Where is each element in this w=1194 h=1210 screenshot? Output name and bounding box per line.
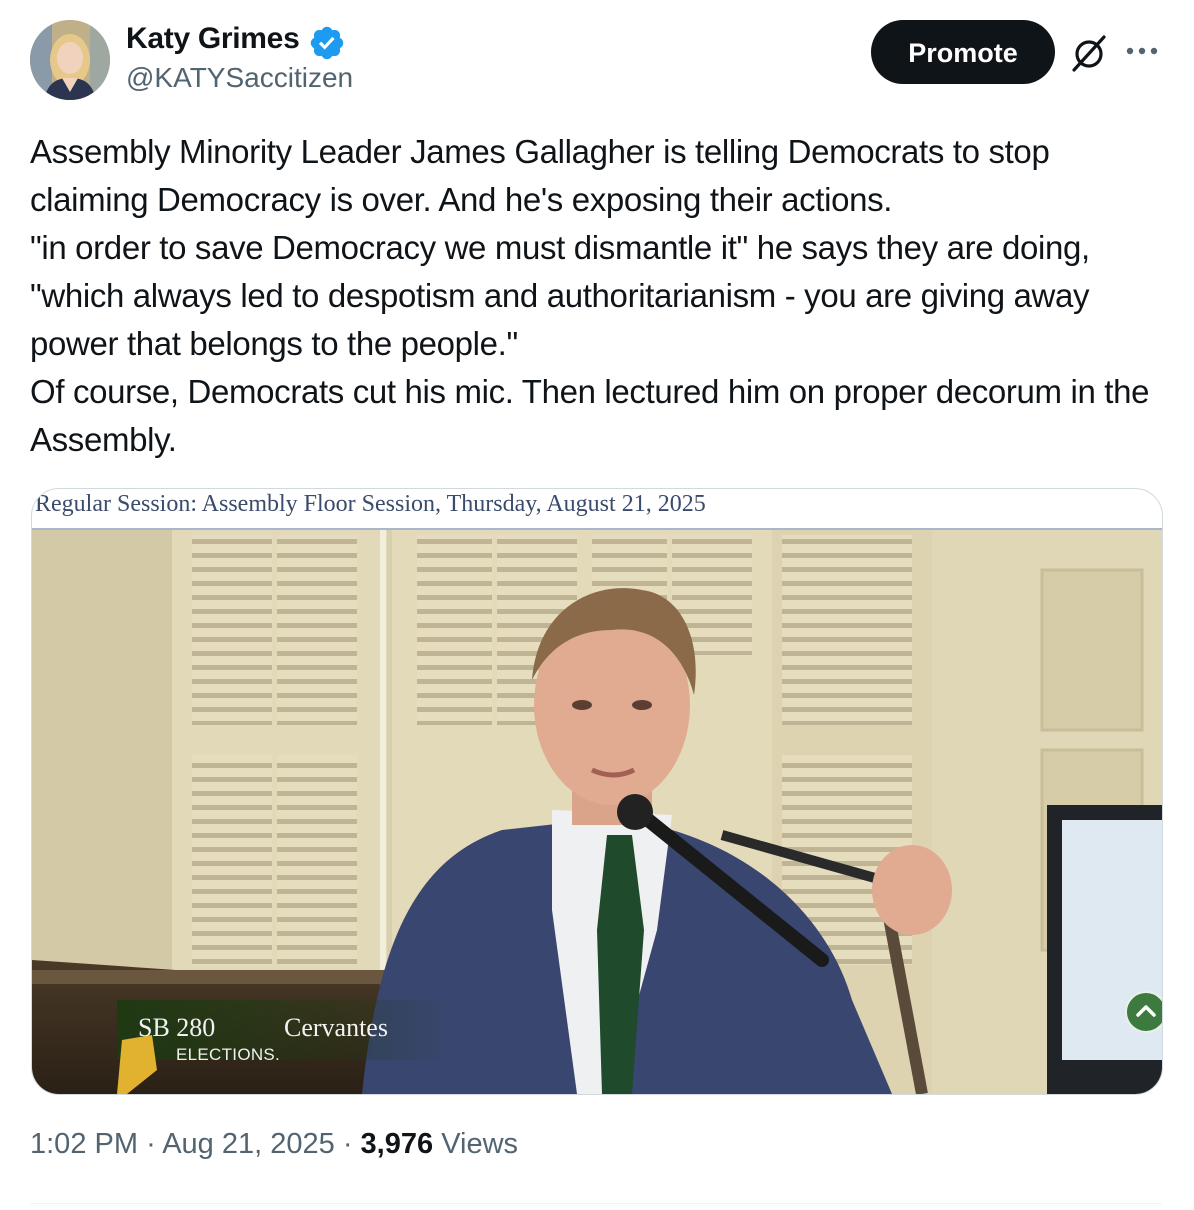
meta-separator: · [342,1128,353,1160]
tweet-date[interactable]: Aug 21, 2025 [162,1128,335,1160]
more-dots-icon[interactable] [1122,36,1162,66]
scroll-up-button[interactable] [1125,991,1162,1033]
bill-author-label: Cervantes [284,1013,388,1042]
chevron-up-icon [1136,1005,1156,1017]
video-caption: Regular Session: Assembly Floor Session,… [35,491,706,517]
author-name[interactable]: Katy Grimes [126,22,300,56]
verified-badge-icon [310,26,344,60]
views-count[interactable]: 3,976 [361,1128,434,1160]
avatar[interactable] [30,20,110,100]
meta-separator: · [146,1128,156,1160]
tweet-text: Assembly Minority Leader James Gallagher… [30,133,1150,458]
divider [30,1203,1162,1204]
bill-number-label: SB 280 [138,1013,216,1042]
promote-button[interactable]: Promote [871,20,1055,84]
tweet-time[interactable]: 1:02 PM [30,1128,138,1160]
video-frame[interactable] [32,530,1162,1094]
author-handle[interactable]: @KATYSaccitizen [126,62,353,94]
slashed-circle-icon[interactable] [1068,32,1110,74]
tweet-meta: 1:02 PM · Aug 21, 2025 · 3,976 Views [30,1128,518,1161]
video-player[interactable]: Regular Session: Assembly Floor Session,… [31,488,1163,1095]
bill-topic-label: ELECTIONS. [176,1045,281,1064]
views-label[interactable]: Views [441,1128,518,1160]
